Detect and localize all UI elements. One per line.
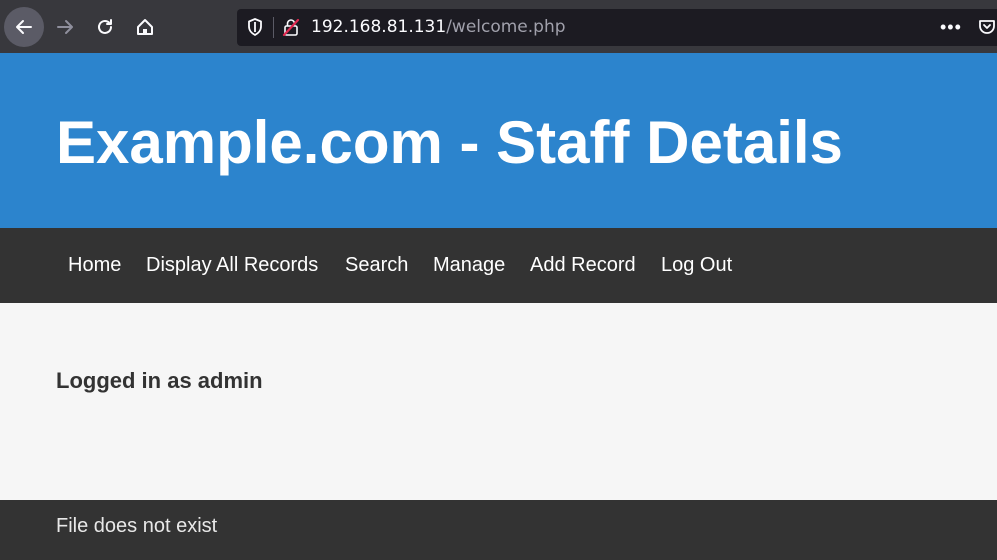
nav-link-search[interactable]: Search [345,253,408,277]
url-separator [273,17,274,38]
reload-icon [98,19,112,34]
arrow-right-icon [57,20,73,34]
nav-link-manage[interactable]: Manage [433,253,505,277]
url-host: 192.168.81.131 [311,17,447,37]
tracking-protection-shield-icon[interactable] [245,17,265,37]
url-text[interactable]: 192.168.81.131/welcome.php [311,17,566,38]
url-path: /welcome.php [446,17,566,37]
nav-link-log-out[interactable]: Log Out [661,253,732,277]
nav-link-display-all-records[interactable]: Display All Records [146,253,318,277]
home-icon [137,19,153,35]
insecure-lock-icon[interactable] [281,17,301,37]
footer-message: File does not exist [56,515,218,537]
main-content: Logged in as admin [0,303,997,500]
reload-button[interactable] [85,7,125,47]
page-title: Example.com - Staff Details [56,109,843,176]
back-button[interactable] [4,7,44,47]
site-footer: File does not exist [0,500,997,560]
login-status: Logged in as admin [56,368,263,393]
site-header: Example.com - Staff Details [0,53,997,228]
pocket-icon[interactable] [977,17,997,37]
forward-button[interactable] [45,7,85,47]
browser-toolbar: 192.168.81.131/welcome.php ••• [0,0,997,53]
home-button[interactable] [125,7,165,47]
site-nav: Home Display All Records Search Manage A… [0,228,997,303]
address-bar[interactable]: 192.168.81.131/welcome.php ••• [237,9,997,46]
page-actions-more-icon[interactable]: ••• [940,17,962,37]
arrow-left-icon [16,20,32,34]
nav-link-add-record[interactable]: Add Record [530,253,636,277]
nav-link-home[interactable]: Home [68,253,121,277]
